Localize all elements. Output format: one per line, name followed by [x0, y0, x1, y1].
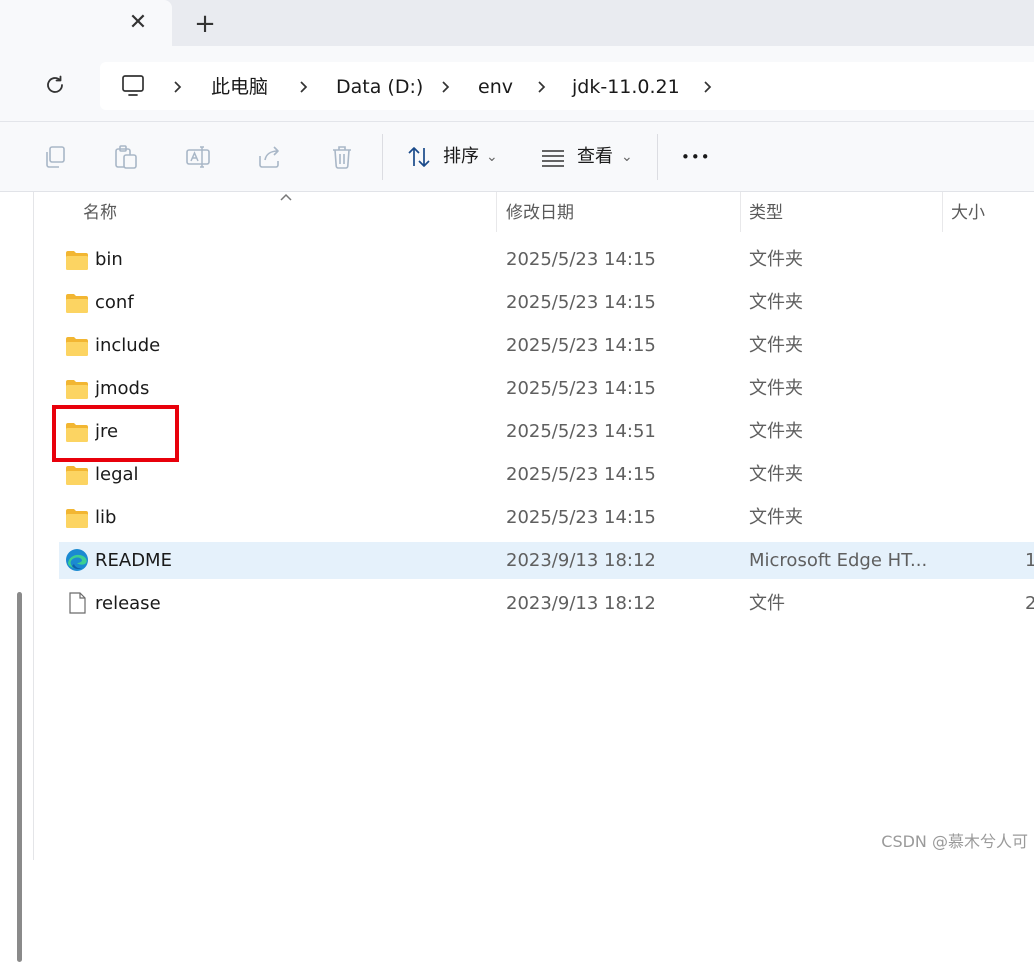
folder-icon [66, 251, 88, 270]
chevron-right-icon[interactable] [702, 74, 714, 100]
file-size: 2 [1025, 593, 1034, 614]
breadcrumb-this-pc[interactable]: 此电脑 [211, 74, 268, 100]
file-date: 2023/9/13 18:12 [506, 593, 656, 614]
column-header-row: 名称 修改日期 类型 大小 [35, 192, 1034, 232]
file-type: 文件 [749, 593, 785, 614]
file-name[interactable]: lib [95, 504, 455, 531]
file-date: 2025/5/23 14:15 [506, 292, 656, 313]
folder-icon [66, 466, 88, 485]
file-type: Microsoft Edge HT... [749, 550, 928, 571]
file-date: 2025/5/23 14:51 [506, 421, 656, 442]
navigation-scrollbar[interactable] [17, 592, 22, 962]
file-row-readme[interactable]: README 2023/9/13 18:12 Microsoft Edge HT… [59, 542, 1034, 579]
refresh-icon[interactable] [42, 72, 68, 98]
file-date: 2023/9/13 18:12 [506, 550, 656, 571]
folder-icon [66, 294, 88, 313]
file-row-conf[interactable]: conf 2025/5/23 14:15 文件夹 [59, 284, 1034, 321]
edge-icon [66, 549, 88, 571]
file-row-jre[interactable]: jre 2025/5/23 14:51 文件夹 [59, 413, 1034, 450]
folder-icon [66, 337, 88, 356]
breadcrumb-jdk[interactable]: jdk-11.0.21 [572, 74, 680, 100]
column-header-type[interactable]: 类型 [749, 200, 783, 226]
file-row-jmods[interactable]: jmods 2025/5/23 14:15 文件夹 [59, 370, 1034, 407]
file-name[interactable]: include [95, 332, 455, 359]
file-name[interactable]: jmods [95, 375, 455, 402]
tab-strip: ✕ + [0, 0, 1034, 46]
file-row-include[interactable]: include 2025/5/23 14:15 文件夹 [59, 327, 1034, 364]
file-type: 文件夹 [749, 249, 803, 270]
file-row-legal[interactable]: legal 2025/5/23 14:15 文件夹 [59, 456, 1034, 493]
chevron-down-icon[interactable]: ⌄ [621, 144, 633, 170]
highlight-box [52, 405, 179, 462]
file-name[interactable]: conf [95, 289, 455, 316]
chevron-right-icon[interactable] [298, 74, 310, 100]
file-row-bin[interactable]: bin 2025/5/23 14:15 文件夹 [59, 241, 1034, 278]
column-divider[interactable] [496, 192, 497, 232]
view-icon[interactable] [540, 144, 566, 170]
column-header-size[interactable]: 大小 [951, 200, 985, 226]
file-date: 2025/5/23 14:15 [506, 507, 656, 528]
file-type: 文件夹 [749, 464, 803, 485]
file-row-lib[interactable]: lib 2025/5/23 14:15 文件夹 [59, 499, 1034, 536]
computer-icon [122, 75, 144, 96]
close-tab-icon[interactable]: ✕ [126, 10, 150, 36]
rename-icon[interactable] [185, 144, 211, 170]
file-row-release[interactable]: release 2023/9/13 18:12 文件 2 [59, 585, 1034, 622]
chevron-right-icon[interactable] [172, 74, 184, 100]
file-date: 2025/5/23 14:15 [506, 249, 656, 270]
column-header-name[interactable]: 名称 [83, 200, 117, 226]
file-name[interactable]: release [95, 590, 455, 617]
navigation-pane [0, 192, 34, 962]
file-icon [69, 592, 86, 614]
more-options-button[interactable]: ••• [681, 144, 711, 170]
copy-icon[interactable] [42, 144, 68, 170]
file-type: 文件夹 [749, 292, 803, 313]
tab-active[interactable]: ✕ [0, 0, 172, 46]
column-header-date[interactable]: 修改日期 [506, 200, 574, 226]
column-divider[interactable] [942, 192, 943, 232]
sort-icon[interactable] [406, 144, 432, 170]
file-list: bin 2025/5/23 14:15 文件夹 conf 2025/5/23 1… [35, 238, 1034, 638]
new-tab-button[interactable]: + [192, 10, 218, 38]
paste-icon[interactable] [113, 144, 139, 170]
breadcrumb-data-drive[interactable]: Data (D:) [336, 74, 423, 100]
file-type: 文件夹 [749, 378, 803, 399]
file-name[interactable]: README [95, 547, 455, 574]
delete-icon[interactable] [329, 144, 355, 170]
file-type: 文件夹 [749, 421, 803, 442]
column-divider[interactable] [740, 192, 741, 232]
breadcrumb-env[interactable]: env [478, 74, 513, 100]
sort-ascending-icon [280, 193, 292, 201]
chevron-right-icon[interactable] [440, 74, 452, 100]
file-type: 文件夹 [749, 507, 803, 528]
sort-button[interactable]: 排序 [443, 144, 479, 170]
file-type: 文件夹 [749, 335, 803, 356]
file-date: 2025/5/23 14:15 [506, 378, 656, 399]
address-bar[interactable]: 此电脑 Data (D:) env jdk-11.0.21 [100, 62, 1034, 110]
view-button[interactable]: 查看 [577, 144, 613, 170]
file-name[interactable]: bin [95, 246, 455, 273]
address-row: 此电脑 Data (D:) env jdk-11.0.21 [0, 46, 1034, 122]
toolbar-divider [657, 134, 658, 180]
command-bar: 排序 ⌄ 查看 ⌄ ••• [0, 122, 1034, 192]
file-size: 1 [1025, 550, 1034, 571]
chevron-down-icon[interactable]: ⌄ [486, 144, 498, 170]
chevron-right-icon[interactable] [536, 74, 548, 100]
file-date: 2025/5/23 14:15 [506, 335, 656, 356]
share-icon[interactable] [257, 144, 283, 170]
file-name[interactable]: legal [95, 461, 455, 488]
file-date: 2025/5/23 14:15 [506, 464, 656, 485]
watermark: CSDN @慕木兮人可 [881, 832, 1028, 851]
toolbar-divider [382, 134, 383, 180]
folder-icon [66, 380, 88, 399]
folder-icon [66, 509, 88, 528]
